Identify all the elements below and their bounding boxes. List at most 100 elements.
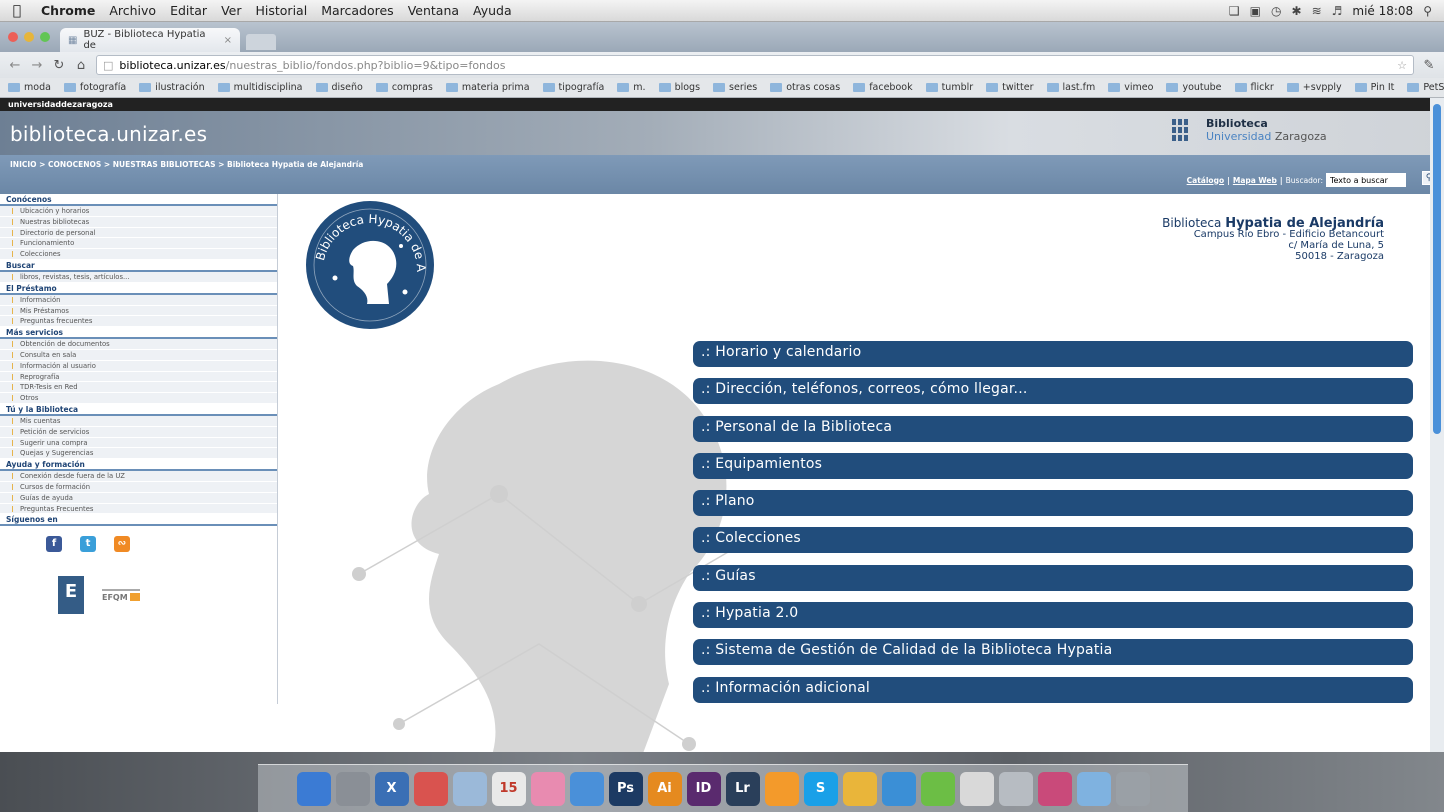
bookmark-item[interactable]: PetSociety's xyxy=(1407,82,1444,93)
menu-app-name[interactable]: Chrome xyxy=(34,3,102,18)
close-window-icon[interactable] xyxy=(8,32,18,42)
bookmark-item[interactable]: moda xyxy=(8,82,51,93)
bookmark-item[interactable]: +svpply xyxy=(1286,82,1342,93)
bookmark-item[interactable]: flickr xyxy=(1234,82,1274,93)
home-icon[interactable]: ⌂ xyxy=(74,58,88,73)
new-tab-button[interactable] xyxy=(246,34,276,50)
chrome-icon[interactable] xyxy=(842,771,877,806)
back-icon[interactable]: ← xyxy=(8,58,22,73)
twitter-icon[interactable]: t xyxy=(80,536,96,553)
bookmark-item[interactable]: last.fm xyxy=(1046,82,1095,93)
sidebar-item[interactable]: Ubicación y horarios xyxy=(0,206,277,217)
forward-icon[interactable]: → xyxy=(30,58,44,73)
close-tab-icon[interactable]: × xyxy=(224,35,232,46)
facebook-icon[interactable]: f xyxy=(46,536,62,553)
image-icon[interactable] xyxy=(452,771,487,806)
sidebar-item[interactable]: Funcionamiento xyxy=(0,238,277,250)
sidebar-item[interactable]: Quejas y Sugerencias xyxy=(0,448,277,460)
catalogo-link[interactable]: Catálogo xyxy=(1187,176,1224,185)
menu-guias-button[interactable]: .: Guías xyxy=(693,564,1413,591)
skype-icon[interactable]: S xyxy=(803,771,838,806)
sidebar-item[interactable]: Colecciones xyxy=(0,249,277,260)
menu-calidad-button[interactable]: .: Sistema de Gestión de Calidad de la B… xyxy=(693,639,1413,666)
bluetooth-icon[interactable]: ✱ xyxy=(1292,4,1302,18)
photoshop-icon[interactable]: Ps xyxy=(608,771,643,806)
illustrator-icon[interactable]: Ai xyxy=(647,771,682,806)
display-icon[interactable]: ▣ xyxy=(1250,4,1261,18)
time-machine-icon[interactable]: ◷ xyxy=(1271,4,1281,18)
bookmark-item[interactable]: m. xyxy=(617,82,646,93)
apple-icon[interactable]:  xyxy=(0,3,34,19)
bookmark-item[interactable]: youtube xyxy=(1166,82,1222,93)
menu-ventana[interactable]: Ventana xyxy=(401,3,466,18)
finder-icon[interactable] xyxy=(296,771,331,806)
minimize-window-icon[interactable] xyxy=(24,32,34,42)
menu-archivo[interactable]: Archivo xyxy=(102,3,163,18)
preview-icon[interactable] xyxy=(335,771,370,806)
menu-info-button[interactable]: .: Información adicional xyxy=(693,676,1413,703)
sidebar-item[interactable]: Conexión desde fuera de la UZ xyxy=(0,471,277,482)
menu-equipamientos-button[interactable]: .: Equipamientos xyxy=(693,452,1413,479)
bookmark-item[interactable]: diseño xyxy=(315,82,363,93)
sidebar-item[interactable]: Reprografía xyxy=(0,371,277,383)
bookmark-item[interactable]: multidisciplina xyxy=(217,82,303,93)
volume-icon[interactable]: ♬ xyxy=(1332,4,1343,18)
photo-booth-icon[interactable] xyxy=(413,771,448,806)
site-title[interactable]: biblioteca.unizar.es xyxy=(10,122,207,146)
sidebar-item[interactable]: Mis Préstamos xyxy=(0,305,277,317)
safari-icon[interactable] xyxy=(569,771,604,806)
sidebar-item[interactable]: Preguntas frecuentes xyxy=(0,316,277,328)
menu-colecciones-button[interactable]: .: Colecciones xyxy=(693,527,1413,554)
menu-ayuda[interactable]: Ayuda xyxy=(466,3,519,18)
sidebar-item[interactable]: Obtención de documentos xyxy=(0,339,277,350)
bookmark-item[interactable]: blogs xyxy=(658,82,700,93)
bookmark-item[interactable]: tipografía xyxy=(542,82,604,93)
search-input[interactable] xyxy=(1326,173,1406,187)
bookmark-item[interactable]: twitter xyxy=(986,82,1034,93)
bookmark-item[interactable]: ilustración xyxy=(139,82,205,93)
reload-icon[interactable]: ↻ xyxy=(52,58,66,73)
trash-icon[interactable] xyxy=(1115,771,1150,806)
address-bar[interactable]: □ biblioteca.unizar.es /nuestras_biblio/… xyxy=(96,55,1414,75)
sidebar-item[interactable]: Nuestras bibliotecas xyxy=(0,216,277,228)
sidebar-item[interactable]: Mis cuentas xyxy=(0,415,277,427)
sidebar-item[interactable]: Información xyxy=(0,294,277,306)
browser-tab[interactable]: ▦ BUZ - Biblioteca Hypatia de × xyxy=(60,28,240,52)
documents-icon[interactable] xyxy=(998,771,1033,806)
buz-logo[interactable]: Biblioteca Universidad Zaragoza xyxy=(1172,116,1327,144)
rss-icon[interactable]: ∾ xyxy=(114,536,130,553)
vlc-icon[interactable] xyxy=(764,771,799,806)
hypatia-seal-logo[interactable]: Biblioteca Hypatia de Alejandría xyxy=(305,200,435,330)
lightroom-icon[interactable]: Lr xyxy=(725,771,760,806)
menu-hypatia-button[interactable]: .: Hypatia 2.0 xyxy=(693,602,1413,629)
bookmark-item[interactable]: facebook xyxy=(853,82,913,93)
menu-ver[interactable]: Ver xyxy=(214,3,248,18)
bookmark-item[interactable]: Pin It xyxy=(1354,82,1394,93)
sidebar-item[interactable]: Información al usuario xyxy=(0,360,277,372)
sidebar-item[interactable]: Petición de servicios xyxy=(0,426,277,438)
sidebar-item[interactable]: Sugerir una compra xyxy=(0,437,277,449)
sidebar-item[interactable]: Guías de ayuda xyxy=(0,492,277,504)
sidebar-item[interactable]: Preguntas Frecuentes xyxy=(0,503,277,515)
breadcrumb[interactable]: INICIO > CONOCENOS > NUESTRAS BIBLIOTECA… xyxy=(10,160,363,169)
menu-marcadores[interactable]: Marcadores xyxy=(314,3,401,18)
bookmark-item[interactable]: series xyxy=(713,82,757,93)
bookmark-item[interactable]: tumblr xyxy=(925,82,973,93)
wifi-icon[interactable]: ≋ xyxy=(1312,4,1322,18)
bookmark-item[interactable]: compras xyxy=(375,82,433,93)
sidebar-item[interactable]: Cursos de formación xyxy=(0,481,277,493)
sidebar-item[interactable]: Directorio de personal xyxy=(0,227,277,239)
menu-horario-button[interactable]: .: Horario y calendario xyxy=(693,341,1413,367)
sidebar-item[interactable]: libros, revistas, tesis, artículos... xyxy=(0,271,277,283)
mission-control-icon[interactable]: X xyxy=(374,771,409,806)
extension-icon[interactable]: ✎ xyxy=(1422,58,1436,73)
bookmark-item[interactable]: otras cosas xyxy=(770,82,840,93)
spotify-icon[interactable] xyxy=(920,771,955,806)
sidebar-item[interactable]: Consulta en sala xyxy=(0,349,277,361)
mapa-web-link[interactable]: Mapa Web xyxy=(1233,176,1277,185)
menu-editar[interactable]: Editar xyxy=(163,3,214,18)
sidebar-item[interactable]: Otros xyxy=(0,393,277,404)
sidebar-item[interactable]: TDR-Tesis en Red xyxy=(0,382,277,394)
downloads-icon[interactable] xyxy=(1037,771,1072,806)
spotlight-icon[interactable]: ⚲ xyxy=(1423,4,1432,18)
